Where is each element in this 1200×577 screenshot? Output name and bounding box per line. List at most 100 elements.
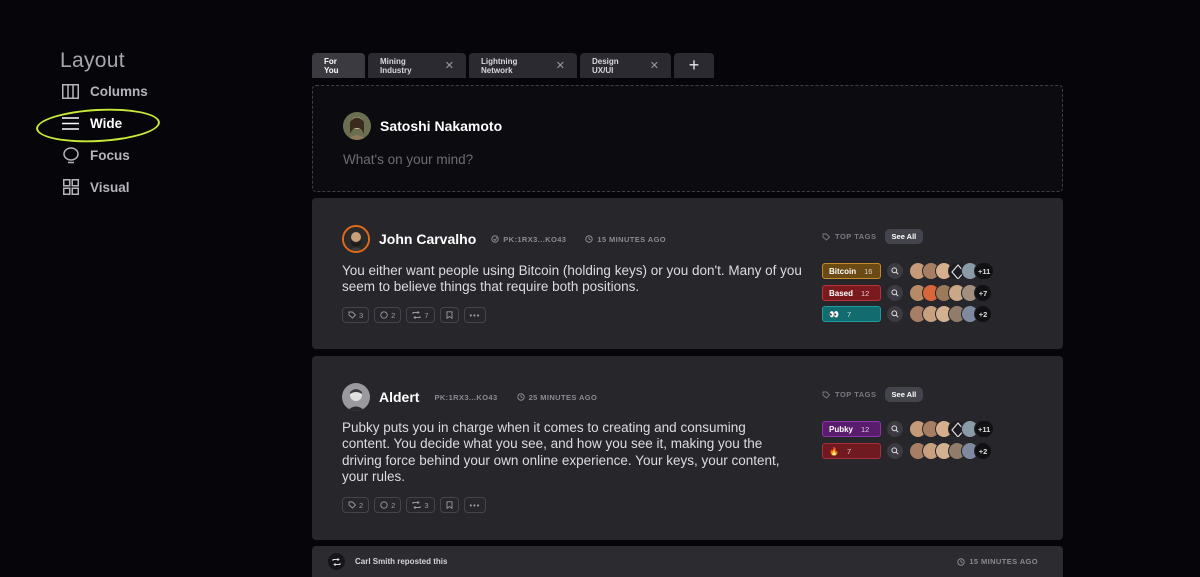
post-pk: PK:1RX3...KO43 — [491, 235, 566, 244]
layout-option-label: Visual — [90, 179, 130, 195]
layout-option-visual[interactable]: Visual — [62, 176, 130, 198]
more-button[interactable]: ••• — [463, 307, 487, 323]
repost-icon — [412, 501, 421, 509]
reply-count: 2 — [391, 500, 396, 510]
reply-button[interactable]: 2 — [374, 497, 402, 513]
add-tab-button[interactable]: + — [674, 53, 714, 78]
post-header: John Carvalho PK:1RX3...KO43 15 MINUTES … — [342, 225, 676, 253]
tagger-avatars[interactable]: +2 — [909, 305, 992, 323]
tab-label: Design UX/UI — [592, 56, 619, 75]
more-taggers-count: +2 — [974, 442, 992, 460]
top-tags-text: TOP TAGS — [835, 232, 877, 241]
bookmark-button[interactable] — [439, 497, 459, 513]
search-tag-button[interactable] — [887, 306, 903, 322]
plus-icon: + — [688, 55, 700, 75]
repost-button[interactable]: 7 — [406, 307, 435, 323]
search-icon — [891, 310, 899, 318]
bookmark-button[interactable] — [439, 307, 459, 323]
close-icon[interactable]: ✕ — [445, 59, 454, 72]
tag-count: 7 — [846, 446, 852, 456]
more-taggers-count: +11 — [974, 262, 995, 280]
repost-info: Carl Smith reposted this — [328, 553, 447, 570]
tag-chip-bitcoin[interactable]: Bitcoin 16 — [822, 263, 881, 279]
key-icon — [491, 235, 499, 243]
post-actions: 2 2 3 ••• — [342, 497, 487, 513]
tag-label: 🔥 — [829, 446, 839, 456]
repost-button[interactable]: 3 — [406, 497, 435, 513]
tag-count: 12 — [861, 424, 870, 434]
compose-box[interactable]: Satoshi Nakamoto What's on your mind? — [312, 85, 1063, 192]
tag-chip-based[interactable]: Based 12 — [822, 285, 881, 301]
repost-icon — [328, 553, 345, 570]
compose-input[interactable]: What's on your mind? — [343, 152, 473, 167]
avatar[interactable] — [342, 383, 370, 411]
repost-count: 7 — [424, 310, 429, 320]
post-time: 15 MINUTES AGO — [585, 235, 666, 244]
search-icon — [891, 425, 899, 433]
comment-icon — [380, 501, 388, 509]
tag-row: Based 12 +7 — [822, 284, 992, 302]
bookmark-icon — [446, 501, 452, 509]
layout-option-wide[interactable]: Wide — [62, 112, 122, 134]
layout-option-label: Focus — [90, 147, 130, 163]
tab-lightning-network[interactable]: Lightning Network ✕ — [469, 53, 577, 78]
search-tag-button[interactable] — [887, 421, 903, 437]
layout-title: Layout — [60, 49, 125, 72]
search-tag-button[interactable] — [887, 263, 903, 279]
bookmark-icon — [446, 311, 452, 319]
close-icon[interactable]: ✕ — [650, 59, 659, 72]
post-pk: PK:1RX3...KO43 — [434, 393, 497, 402]
tag-chip-eyes[interactable]: 👀 7 — [822, 306, 881, 322]
clock-icon — [516, 393, 525, 401]
see-all-button[interactable]: See All — [884, 387, 924, 402]
tag-count: 16 — [864, 266, 873, 276]
tag-count: 7 — [846, 309, 852, 319]
tagger-avatars[interactable]: +7 — [909, 284, 992, 302]
tag-button[interactable]: 3 — [342, 307, 370, 323]
more-taggers-count: +7 — [974, 284, 992, 302]
tab-for-you[interactable]: For You — [312, 53, 365, 78]
repost-icon — [412, 311, 421, 319]
top-tags-header: TOP TAGS See All — [822, 229, 924, 244]
tag-chip-pubky[interactable]: Pubky 12 — [822, 421, 881, 437]
compose-user: Satoshi Nakamoto — [343, 112, 502, 140]
clock-icon — [957, 557, 966, 566]
post-text: Pubky puts you in charge when it comes t… — [342, 420, 780, 484]
post-author[interactable]: John Carvalho — [379, 231, 476, 247]
tag-button[interactable]: 2 — [342, 497, 370, 513]
tab-design-ux-ui[interactable]: Design UX/UI ✕ — [580, 53, 671, 78]
post-pk-text: PK:1RX3...KO43 — [503, 234, 567, 244]
reply-button[interactable]: 2 — [374, 307, 402, 323]
post-author[interactable]: Aldert — [379, 389, 419, 405]
top-tags-label: TOP TAGS — [822, 390, 877, 399]
tagger-avatars[interactable]: +11 — [909, 420, 995, 438]
post-time: 25 MINUTES AGO — [516, 393, 598, 402]
clock-icon — [585, 235, 594, 243]
more-button[interactable]: ••• — [463, 497, 487, 513]
search-tag-button[interactable] — [887, 443, 903, 459]
tag-count: 12 — [861, 288, 870, 298]
see-all-button[interactable]: See All — [884, 229, 924, 244]
wide-icon — [62, 115, 79, 132]
avatar — [343, 112, 371, 140]
tag-chip-fire[interactable]: 🔥 7 — [822, 443, 881, 459]
search-icon — [891, 447, 899, 455]
top-tags-header: TOP TAGS See All — [822, 387, 924, 402]
close-icon[interactable]: ✕ — [556, 59, 565, 72]
layout-option-focus[interactable]: Focus — [62, 144, 130, 166]
repost-time: 15 MINUTES AGO — [957, 557, 1038, 566]
top-tags-label: TOP TAGS — [822, 232, 877, 241]
tag-label: Bitcoin — [829, 266, 857, 276]
search-tag-button[interactable] — [887, 285, 903, 301]
layout-option-columns[interactable]: Columns — [62, 80, 148, 102]
tab-mining-industry[interactable]: Mining Industry ✕ — [368, 53, 466, 78]
tab-label: For You — [324, 56, 339, 75]
tagger-avatars[interactable]: +11 — [909, 262, 995, 280]
tag-icon — [822, 391, 831, 399]
comment-icon — [380, 311, 388, 319]
avatar[interactable] — [342, 225, 370, 253]
tagger-avatars[interactable]: +2 — [909, 442, 992, 460]
post-pk-text: PK:1RX3...KO43 — [434, 392, 498, 402]
search-icon — [891, 267, 899, 275]
focus-icon — [62, 146, 79, 164]
